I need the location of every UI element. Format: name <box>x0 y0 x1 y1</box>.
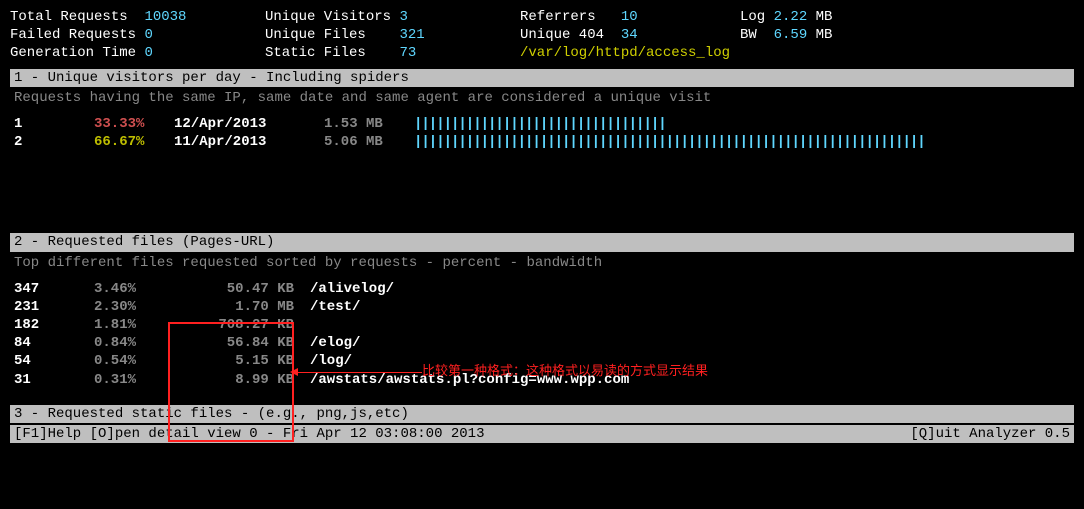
log-value: 2.22 <box>774 8 808 26</box>
visitor-percent: 66.67% <box>94 133 174 151</box>
file-size: 1.70 MB <box>184 298 310 316</box>
visitor-row: 266.67%11/Apr/20135.06 MB|||||||||||||||… <box>10 133 1074 151</box>
visitor-size: 1.53 MB <box>324 115 414 133</box>
file-row: 2312.30%1.70 MB/test/ <box>10 298 1074 316</box>
visitor-row: 133.33%12/Apr/20131.53 MB|||||||||||||||… <box>10 115 1074 133</box>
file-count: 54 <box>14 352 94 370</box>
annotation-arrow-head <box>290 368 298 376</box>
log-label: Log <box>740 8 765 26</box>
log-unit: MB <box>816 8 833 26</box>
visitor-bar: |||||||||||||||||||||||||||||||||| <box>414 115 666 133</box>
file-size: 50.47 KB <box>184 280 310 298</box>
uniq-files-label: Unique Files <box>265 26 366 44</box>
visitor-bar: ||||||||||||||||||||||||||||||||||||||||… <box>414 133 925 151</box>
file-size: 56.84 KB <box>184 334 310 352</box>
footer-left: [F1]Help [O]pen detail view 0 - Fri Apr … <box>14 425 484 443</box>
file-path: /test/ <box>310 298 360 316</box>
failed-req-value: 0 <box>144 26 152 44</box>
log-path: /var/log/httpd/access_log <box>520 44 730 62</box>
visitor-date: 11/Apr/2013 <box>174 133 324 151</box>
section3-header: 3 - Requested static files - (e.g., png,… <box>10 405 1074 423</box>
referrers-label: Referrers <box>520 8 596 26</box>
section2-header: 2 - Requested files (Pages-URL) <box>10 233 1074 251</box>
total-req-label: Total Requests <box>10 8 128 26</box>
uniq-vis-label: Unique Visitors <box>265 8 391 26</box>
annotation-text: 比较第一种格式：这种格式以易读的方式显示结果 <box>422 363 708 380</box>
annotation-arrow <box>292 372 422 373</box>
visitor-index: 1 <box>14 115 94 133</box>
static-files-label: Static Files <box>265 44 366 62</box>
failed-req-label: Failed Requests <box>10 26 136 44</box>
stats-block: Total Requests 10038 Unique Visitors 3 R… <box>10 8 1074 63</box>
visitor-date: 12/Apr/2013 <box>174 115 324 133</box>
bw-label: BW <box>740 26 757 44</box>
uniq-vis-value: 3 <box>399 8 407 26</box>
visitor-percent: 33.33% <box>94 115 174 133</box>
file-path: /alivelog/ <box>310 280 394 298</box>
uniq404-value: 34 <box>621 26 638 44</box>
footer-bar: [F1]Help [O]pen detail view 0 - Fri Apr … <box>10 425 1074 443</box>
visitors-table: 133.33%12/Apr/20131.53 MB|||||||||||||||… <box>10 115 1074 151</box>
section1-subtitle: Requests having the same IP, same date a… <box>10 89 1074 107</box>
file-percent: 1.81% <box>94 316 184 334</box>
file-path: /elog/ <box>310 334 360 352</box>
file-percent: 0.31% <box>94 371 184 389</box>
file-count: 347 <box>14 280 94 298</box>
section2-subtitle: Top different files requested sorted by … <box>10 254 1074 272</box>
uniq404-label: Unique 404 <box>520 26 604 44</box>
bw-unit: MB <box>816 26 833 44</box>
file-path: /log/ <box>310 352 352 370</box>
file-size: 708.27 KB <box>184 316 310 334</box>
file-percent: 0.84% <box>94 334 184 352</box>
file-percent: 3.46% <box>94 280 184 298</box>
file-row: 1821.81%708.27 KB <box>10 316 1074 334</box>
file-row: 840.84%56.84 KB/elog/ <box>10 334 1074 352</box>
file-row: 3473.46%50.47 KB/alivelog/ <box>10 280 1074 298</box>
static-files-value: 73 <box>399 44 416 62</box>
file-percent: 0.54% <box>94 352 184 370</box>
referrers-value: 10 <box>621 8 638 26</box>
file-count: 31 <box>14 371 94 389</box>
uniq-files-value: 321 <box>399 26 424 44</box>
total-req-value: 10038 <box>144 8 186 26</box>
footer-right: [Q]uit Analyzer 0.5 <box>910 425 1070 443</box>
file-percent: 2.30% <box>94 298 184 316</box>
file-count: 231 <box>14 298 94 316</box>
bw-value: 6.59 <box>774 26 808 44</box>
file-count: 182 <box>14 316 94 334</box>
visitor-index: 2 <box>14 133 94 151</box>
section1-header: 1 - Unique visitors per day - Including … <box>10 69 1074 87</box>
visitor-size: 5.06 MB <box>324 133 414 151</box>
gentime-value: 0 <box>144 44 152 62</box>
file-count: 84 <box>14 334 94 352</box>
gentime-label: Generation Time <box>10 44 136 62</box>
